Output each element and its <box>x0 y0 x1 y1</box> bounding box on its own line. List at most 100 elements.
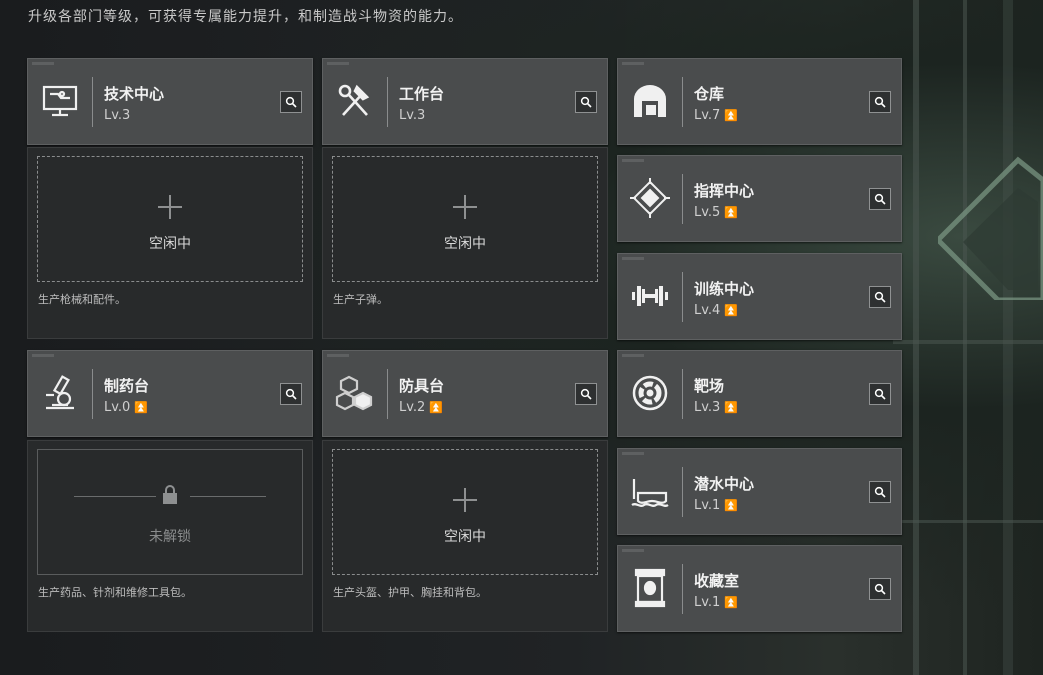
divider <box>190 496 266 497</box>
upgrade-arrow-icon: ⏫ <box>724 304 739 317</box>
slot-description: 生产子弹。 <box>333 293 388 306</box>
card-separator <box>682 564 683 614</box>
upgrade-arrow-icon: ⏫ <box>429 401 444 414</box>
search-button[interactable] <box>280 383 302 405</box>
department-level: Lv.3 ⏫ <box>694 400 739 415</box>
plus-icon <box>453 195 477 219</box>
card-separator <box>682 467 683 517</box>
slot-state: 空闲中 <box>444 529 486 545</box>
card-tag <box>622 159 644 162</box>
card-tag <box>327 62 349 65</box>
department-card-armor-bench[interactable]: 防具台 Lv.2 ⏫ <box>322 350 608 437</box>
microscope-icon <box>40 373 80 413</box>
search-button[interactable] <box>869 481 891 503</box>
card-separator <box>682 272 683 322</box>
production-slot-pharmacy: 未解锁 生产药品、针剂和维修工具包。 <box>27 440 313 632</box>
upgrade-arrow-icon: ⏫ <box>724 206 739 219</box>
search-button[interactable] <box>869 578 891 600</box>
department-card-pharmacy[interactable]: 制药台 Lv.0 ⏫ <box>27 350 313 437</box>
search-button[interactable] <box>869 91 891 113</box>
upgrade-arrow-icon: ⏫ <box>724 401 739 414</box>
card-separator <box>92 369 93 419</box>
background-structure <box>893 0 1043 675</box>
magnifier-icon <box>285 96 297 108</box>
department-level: Lv.3 <box>399 108 426 123</box>
department-name: 训练中心 <box>694 280 755 298</box>
department-card-warehouse[interactable]: 仓库 Lv.7 ⏫ <box>617 58 902 145</box>
card-tag <box>32 354 54 357</box>
dumbbell-icon <box>630 276 670 316</box>
idle-slot-button[interactable]: 空闲中 <box>332 156 598 282</box>
department-name: 仓库 <box>694 85 725 103</box>
search-button[interactable] <box>575 91 597 113</box>
department-card-command-center[interactable]: 指挥中心 Lv.5 ⏫ <box>617 155 902 242</box>
department-card-workbench[interactable]: 工作台 Lv.3 <box>322 58 608 145</box>
slot-state: 未解锁 <box>149 529 191 545</box>
department-level: Lv.5 ⏫ <box>694 205 739 220</box>
department-name: 指挥中心 <box>694 182 755 200</box>
command-chip-icon <box>630 178 670 218</box>
magnifier-icon <box>874 388 886 400</box>
warehouse-icon <box>630 81 670 121</box>
magnifier-icon <box>580 388 592 400</box>
card-separator <box>387 77 388 127</box>
armor-hex-icon <box>335 373 375 413</box>
slot-description: 生产头盔、护甲、胸挂和背包。 <box>333 586 487 599</box>
divider <box>74 496 156 497</box>
production-slot-workbench: 空闲中 生产子弹。 <box>322 147 608 339</box>
department-name: 收藏室 <box>694 572 740 590</box>
display-case-icon <box>630 568 670 608</box>
department-card-shooting-range[interactable]: 靶场 Lv.3 ⏫ <box>617 350 902 437</box>
upgrade-arrow-icon: ⏫ <box>724 109 739 122</box>
slot-description: 生产药品、针剂和维修工具包。 <box>38 586 192 599</box>
page-description: 升级各部门等级，可获得专属能力提升，和制造战斗物资的能力。 <box>28 9 463 25</box>
search-button[interactable] <box>575 383 597 405</box>
plus-icon <box>158 195 182 219</box>
department-name: 制药台 <box>104 377 150 395</box>
department-name: 靶场 <box>694 377 725 395</box>
department-level: Lv.3 <box>104 108 131 123</box>
card-tag <box>622 354 644 357</box>
department-name: 潜水中心 <box>694 475 755 493</box>
idle-slot-button[interactable]: 空闲中 <box>37 156 303 282</box>
department-level: Lv.4 ⏫ <box>694 303 739 318</box>
upgrade-arrow-icon: ⏫ <box>724 499 739 512</box>
department-level: Lv.2 ⏫ <box>399 400 444 415</box>
search-button[interactable] <box>869 383 891 405</box>
lock-icon <box>163 485 177 504</box>
upgrade-arrow-icon: ⏫ <box>134 401 149 414</box>
card-tag <box>622 257 644 260</box>
slot-state: 空闲中 <box>444 236 486 252</box>
magnifier-icon <box>874 96 886 108</box>
department-level: Lv.0 ⏫ <box>104 400 149 415</box>
department-card-diving-center[interactable]: 潜水中心 Lv.1 ⏫ <box>617 448 902 535</box>
idle-slot-button[interactable]: 空闲中 <box>332 449 598 575</box>
search-button[interactable] <box>869 286 891 308</box>
card-separator <box>682 174 683 224</box>
plus-icon <box>453 488 477 512</box>
locked-slot: 未解锁 <box>37 449 303 575</box>
department-name: 技术中心 <box>104 85 165 103</box>
department-name: 防具台 <box>399 377 445 395</box>
department-level: Lv.1 ⏫ <box>694 595 739 610</box>
magnifier-icon <box>285 388 297 400</box>
magnifier-icon <box>874 583 886 595</box>
search-button[interactable] <box>280 91 302 113</box>
card-separator <box>387 369 388 419</box>
hammer-wrench-icon <box>335 81 375 121</box>
upgrade-arrow-icon: ⏫ <box>724 596 739 609</box>
magnifier-icon <box>580 96 592 108</box>
diving-mask-icon <box>630 471 670 511</box>
department-card-tech-center[interactable]: 技术中心 Lv.3 <box>27 58 313 145</box>
department-card-collection-room[interactable]: 收藏室 Lv.1 ⏫ <box>617 545 902 632</box>
card-tag <box>327 354 349 357</box>
search-button[interactable] <box>869 188 891 210</box>
card-separator <box>682 369 683 419</box>
production-slot-tech-center: 空闲中 生产枪械和配件。 <box>27 147 313 339</box>
target-icon <box>630 373 670 413</box>
department-card-training-center[interactable]: 训练中心 Lv.4 ⏫ <box>617 253 902 340</box>
department-level: Lv.7 ⏫ <box>694 108 739 123</box>
magnifier-icon <box>874 486 886 498</box>
department-name: 工作台 <box>399 85 445 103</box>
magnifier-icon <box>874 291 886 303</box>
